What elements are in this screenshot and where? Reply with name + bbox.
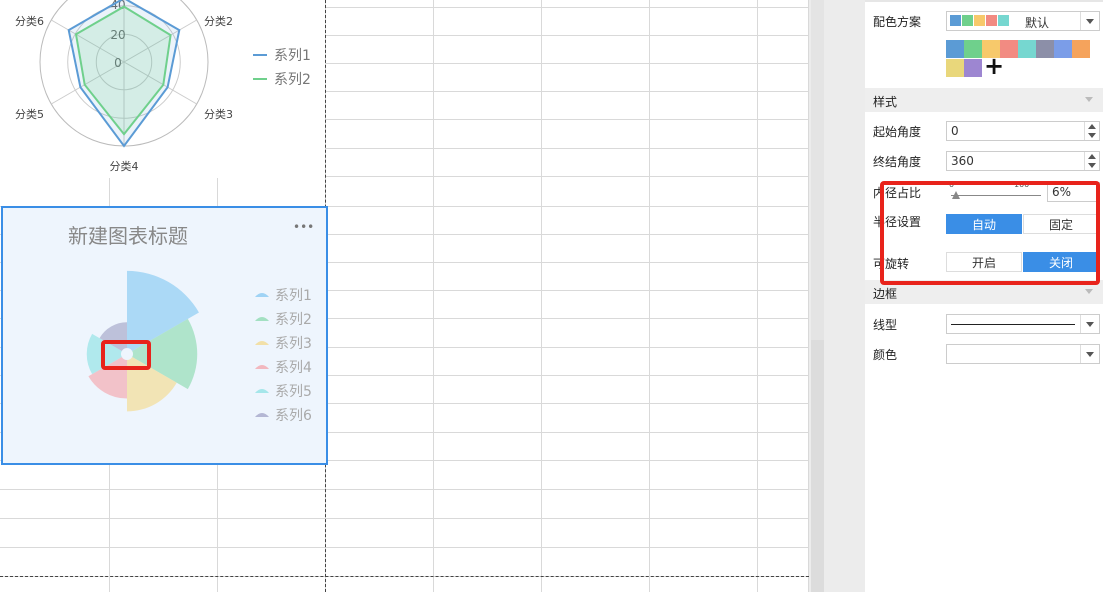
scheme-chip xyxy=(986,15,997,26)
number-stepper[interactable] xyxy=(1084,122,1099,140)
color-swatches[interactable]: + xyxy=(946,40,1098,80)
scrollbar-thumb[interactable] xyxy=(811,340,824,592)
radar-category-label: 分类5 xyxy=(15,107,44,121)
stepper-down-icon[interactable] xyxy=(1088,133,1096,138)
row-gridline xyxy=(0,547,809,548)
color-label: 颜色 xyxy=(873,348,898,362)
radar-category-label: 分类6 xyxy=(15,14,44,28)
legend-entry: 系列3 xyxy=(275,336,312,352)
start-angle-value: 0 xyxy=(951,124,959,138)
color-scheme-value: 默认 xyxy=(1025,16,1050,30)
end-angle-input[interactable]: 360 xyxy=(946,151,1100,171)
stepper-down-icon[interactable] xyxy=(1088,163,1096,168)
line-type-select[interactable] xyxy=(946,314,1100,334)
column-gridline xyxy=(541,0,542,592)
collapse-arrow-icon[interactable] xyxy=(1085,289,1093,294)
highlight-annotation xyxy=(101,340,151,370)
color-swatch[interactable] xyxy=(1072,40,1090,58)
color-swatch[interactable] xyxy=(1054,40,1072,58)
scheme-chip xyxy=(950,15,961,26)
column-gridline xyxy=(757,0,758,592)
border-color-select[interactable] xyxy=(946,344,1100,364)
end-angle-value: 360 xyxy=(951,154,974,168)
start-angle-input[interactable]: 0 xyxy=(946,121,1100,141)
rose-chart[interactable]: 新建图表标题 ••• 系列1 系列2 系列3 系列4 系列5 系列6 xyxy=(1,206,328,465)
number-stepper[interactable] xyxy=(1084,152,1099,170)
color-swatch[interactable] xyxy=(946,40,964,58)
legend-entry: 系列2 xyxy=(274,72,311,88)
highlight-annotation xyxy=(880,181,1100,285)
radar-category-label: 分类2 xyxy=(204,14,233,28)
color-scheme-select[interactable]: 默认 xyxy=(946,11,1100,31)
color-swatch[interactable] xyxy=(946,59,964,77)
start-angle-label: 起始角度 xyxy=(873,125,922,139)
column-gridline xyxy=(649,0,650,592)
radar-chart-svg: 40200分类1分类2分类3分类4分类5分类6系列1系列2 xyxy=(15,0,311,173)
chevron-down-icon[interactable] xyxy=(1080,12,1099,30)
color-swatch[interactable] xyxy=(1018,40,1036,58)
scheme-chip xyxy=(962,15,973,26)
legend-entry: 系列1 xyxy=(274,48,311,64)
end-angle-label: 终结角度 xyxy=(873,155,922,169)
column-gridline xyxy=(433,0,434,592)
line-type-label: 线型 xyxy=(873,318,898,332)
legend-marker xyxy=(255,317,269,321)
stepper-up-icon[interactable] xyxy=(1088,124,1096,129)
legend-entry: 系列2 xyxy=(275,312,312,328)
color-swatch[interactable] xyxy=(964,59,982,77)
add-color-icon[interactable]: + xyxy=(984,54,1004,78)
scheme-chip xyxy=(998,15,1009,26)
legend-marker xyxy=(255,341,269,345)
stepper-up-icon[interactable] xyxy=(1088,154,1096,159)
color-swatch[interactable] xyxy=(964,40,982,58)
style-section-header[interactable]: 样式 xyxy=(865,88,1103,112)
legend-marker xyxy=(255,293,269,297)
style-section-title: 样式 xyxy=(873,95,898,109)
page-break-line xyxy=(0,576,809,577)
solid-line-preview xyxy=(951,324,1075,325)
row-gridline xyxy=(0,489,809,490)
legend-entry: 系列5 xyxy=(275,384,312,400)
legend-marker xyxy=(255,389,269,393)
row-gridline xyxy=(0,518,809,519)
radar-chart[interactable]: 40200分类1分类2分类3分类4分类5分类6系列1系列2 xyxy=(0,0,325,178)
chart-properties-panel: 配色方案 默认 + 样式 起始角度 0 终结角度 360 内径占比 0 100 … xyxy=(865,0,1111,592)
rose-chart-svg: 系列1 系列2 系列3 系列4 系列5 系列6 xyxy=(86,270,312,424)
chevron-down-icon[interactable] xyxy=(1080,315,1099,333)
color-scheme-label: 配色方案 xyxy=(873,15,922,29)
border-section-title: 边框 xyxy=(873,287,898,301)
legend-marker xyxy=(255,413,269,417)
radar-category-label: 分类3 xyxy=(204,107,233,121)
legend-entry: 系列1 xyxy=(275,288,312,304)
chevron-down-icon[interactable] xyxy=(1080,345,1099,363)
color-swatch[interactable] xyxy=(1036,40,1054,58)
legend-entry: 系列6 xyxy=(275,408,312,424)
legend-marker xyxy=(255,365,269,369)
radar-series-2-area xyxy=(74,5,172,136)
collapse-arrow-icon[interactable] xyxy=(1085,97,1093,102)
scheme-chip xyxy=(974,15,985,26)
panel-top-divider xyxy=(865,0,1103,2)
radar-category-label: 分类4 xyxy=(110,159,139,173)
legend-entry: 系列4 xyxy=(275,360,312,376)
